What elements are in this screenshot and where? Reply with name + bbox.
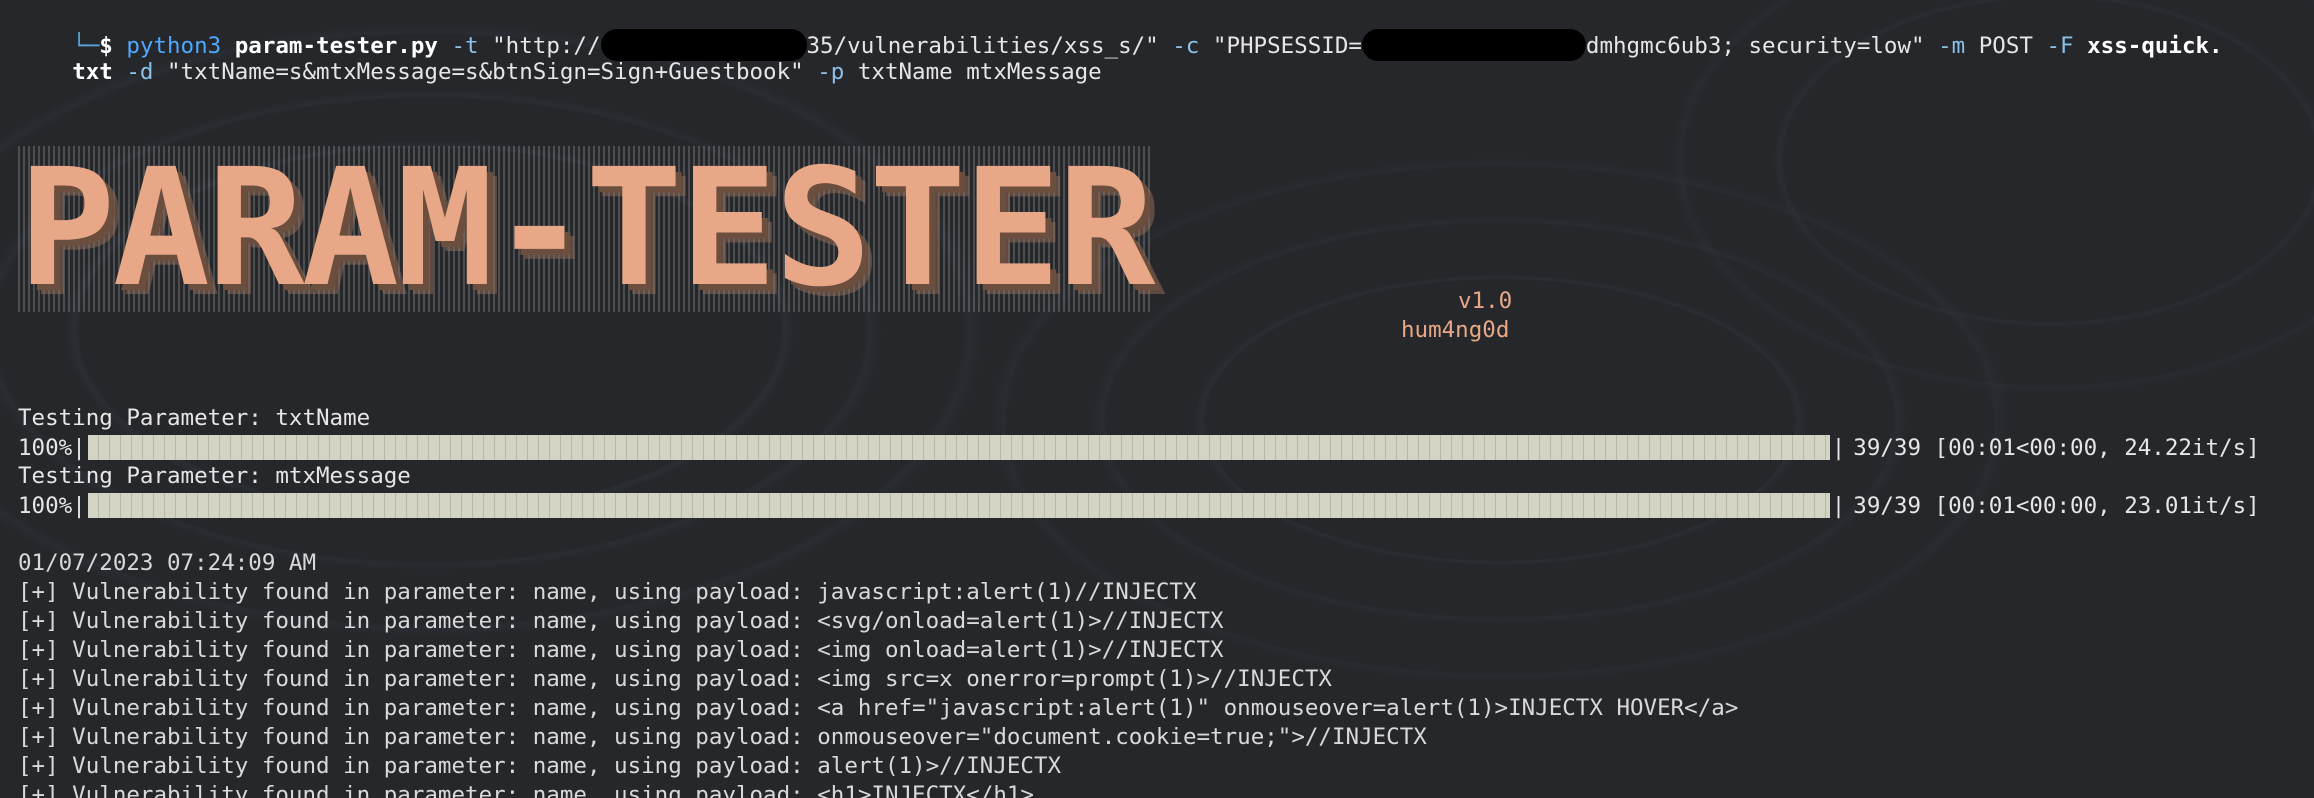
cookie-start: "PHPSESSID=: [1212, 33, 1362, 59]
cookie-flag: -c: [1172, 33, 1200, 59]
result-line: [+] Vulnerability found in parameter: na…: [18, 753, 1062, 779]
banner: PARAM-TESTER: [18, 146, 1448, 312]
result-line: [+] Vulnerability found in parameter: na…: [18, 782, 1034, 798]
data-value: "txtName=s&mtxMessage=s&btnSign=Sign+Gue…: [167, 59, 804, 85]
data-flag: -d: [126, 59, 154, 85]
command-line: └─$ python3 param-tester.py -t "http://3…: [18, 0, 2223, 61]
progress-bar: [87, 435, 1830, 460]
wordlist-file-part1: xss-quick.: [2087, 33, 2223, 59]
command-line-continued: txt -d "txtName=s&mtxMessage=s&btnSign=S…: [18, 29, 1102, 85]
progress-bar: [87, 493, 1830, 518]
banner-title: PARAM-TESTER: [18, 135, 1155, 323]
testing-label: Testing Parameter: mtxMessage: [18, 463, 411, 489]
wordlist-file-part2: txt: [72, 59, 113, 85]
result-line: [+] Vulnerability found in parameter: na…: [18, 579, 1197, 605]
file-flag: -F: [2046, 33, 2074, 59]
param-list: txtName mtxMessage: [857, 59, 1102, 85]
scan-timestamp: 01/07/2023 07:24:09 AM: [18, 550, 317, 576]
terminal-window[interactable]: └─$ python3 param-tester.py -t "http://3…: [0, 0, 2314, 798]
progress-percent: 100%: [18, 434, 73, 461]
param-flag: -p: [817, 59, 845, 85]
result-line: [+] Vulnerability found in parameter: na…: [18, 666, 1332, 692]
method-value: POST: [1978, 33, 2033, 59]
progress-stats: 39/39 [00:01<00:00, 24.22it/s]: [1853, 434, 2260, 461]
result-line: [+] Vulnerability found in parameter: na…: [18, 695, 1739, 721]
banner-author: hum4ng0d: [1401, 317, 1510, 343]
redacted-session: [1361, 29, 1586, 61]
banner-version: v1.0: [1458, 288, 1513, 314]
testing-label: Testing Parameter: txtName: [18, 405, 371, 431]
result-line: [+] Vulnerability found in parameter: na…: [18, 724, 1427, 750]
progress-bar-fill: [87, 493, 1830, 518]
progress-row: 100% | | 39/39 [00:01<00:00, 23.01it/s]: [18, 492, 2260, 519]
progress-stats: 39/39 [00:01<00:00, 23.01it/s]: [1853, 492, 2260, 519]
progress-bar-fill: [87, 435, 1830, 460]
method-flag: -m: [1938, 33, 1966, 59]
result-line: [+] Vulnerability found in parameter: na…: [18, 608, 1224, 634]
progress-row: 100% | | 39/39 [00:01<00:00, 24.22it/s]: [18, 434, 2260, 461]
result-line: [+] Vulnerability found in parameter: na…: [18, 637, 1224, 663]
progress-percent: 100%: [18, 492, 73, 519]
cookie-end: dmhgmc6ub3; security=low": [1585, 33, 1925, 59]
